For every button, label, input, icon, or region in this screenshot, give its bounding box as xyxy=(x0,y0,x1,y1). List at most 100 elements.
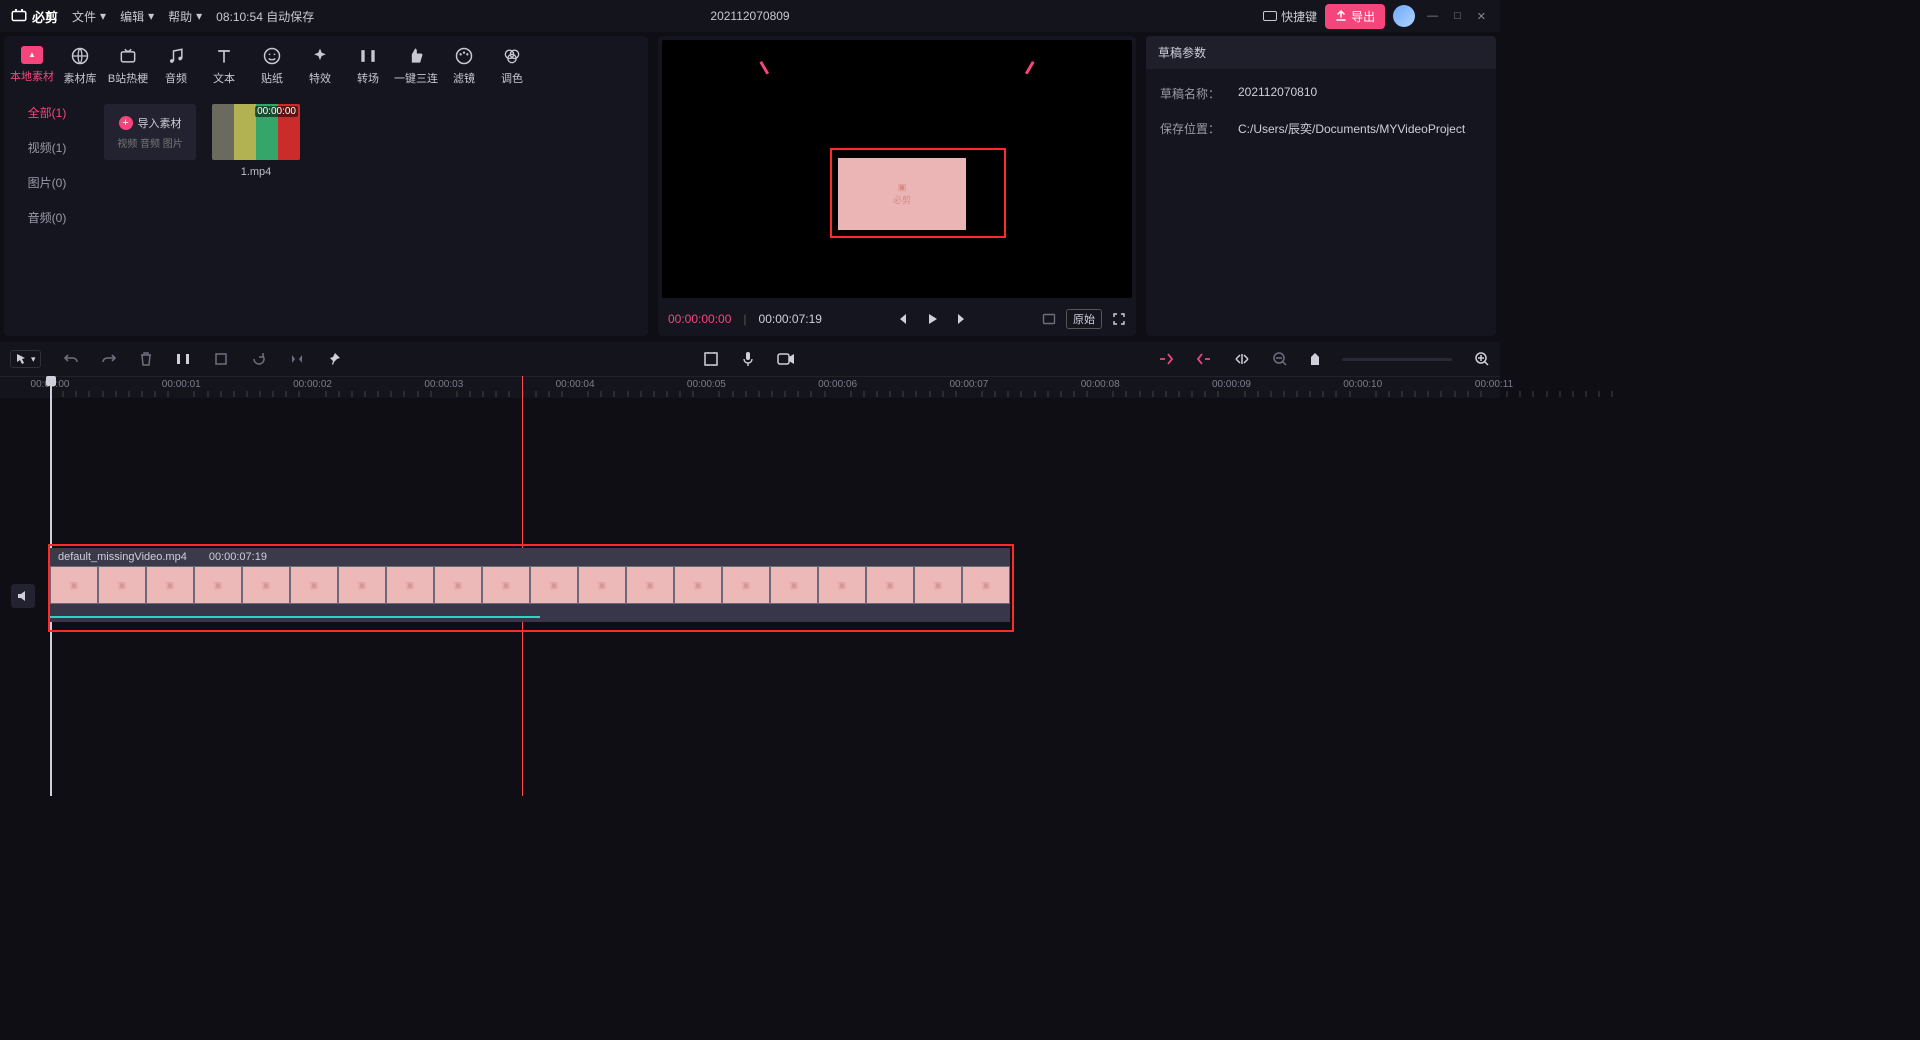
aspect-ratio-button[interactable]: 原始 xyxy=(1066,309,1102,329)
next-frame-button[interactable] xyxy=(955,312,969,326)
zoom-in-button[interactable] xyxy=(1474,351,1490,367)
fullscreen-button[interactable] xyxy=(1112,312,1126,326)
keyboard-icon xyxy=(1263,11,1277,21)
snap-button[interactable] xyxy=(1234,352,1250,366)
clip-duration: 00:00:07:19 xyxy=(209,551,267,563)
prev-frame-button[interactable] xyxy=(895,312,909,326)
draft-name-value: 202112070810 xyxy=(1238,85,1317,102)
delete-button[interactable] xyxy=(139,351,153,367)
tab-material-lib[interactable]: 素材库 xyxy=(56,42,104,90)
app-name: 必剪 xyxy=(32,7,58,26)
rotate-button[interactable] xyxy=(251,351,267,367)
sparkle-icon xyxy=(310,46,330,66)
track-mute-button[interactable] xyxy=(11,584,35,608)
frame-thumb: ▣ xyxy=(483,567,529,603)
avatar[interactable] xyxy=(1393,5,1415,27)
tab-audio[interactable]: 音频 xyxy=(152,42,200,90)
video-track-clip[interactable]: default_missingVideo.mp4 00:00:07:19 ▣▣▣… xyxy=(50,548,1010,622)
ruler-tick: 00:00:07 xyxy=(949,379,988,390)
maximize-button[interactable]: □ xyxy=(1450,10,1465,22)
app-logo: 必剪 xyxy=(10,7,58,26)
draft-panel-title: 草稿参数 xyxy=(1146,36,1496,69)
filter-video[interactable]: 视频(1) xyxy=(4,139,90,156)
zoom-out-button[interactable] xyxy=(1272,351,1288,367)
tab-local-media[interactable]: 本地素材 xyxy=(8,42,56,90)
tracks-container: default_missingVideo.mp4 00:00:07:19 ▣▣▣… xyxy=(50,398,1494,798)
project-title: 202112070809 xyxy=(710,9,789,23)
capture-button[interactable] xyxy=(703,351,719,367)
pin-button[interactable] xyxy=(327,352,341,366)
tab-sticker[interactable]: 贴纸 xyxy=(248,42,296,90)
export-button[interactable]: 导出 xyxy=(1325,4,1385,29)
smile-icon xyxy=(262,46,282,66)
ruler-tick: 00:00:05 xyxy=(687,379,726,390)
record-button[interactable] xyxy=(777,352,795,366)
clip-thumbnail: 00:00:00 xyxy=(212,104,300,160)
globe-icon xyxy=(70,46,90,66)
frame-thumb: ▣ xyxy=(675,567,721,603)
media-clip-item[interactable]: 00:00:00 1.mp4 xyxy=(210,104,302,178)
draft-path-row: 保存位置： C:/Users/辰奕/Documents/MYVideoProje… xyxy=(1160,120,1482,137)
magnet-in-button[interactable] xyxy=(1158,352,1174,366)
media-grid: + 导入素材 视频 音频 图片 00:00:00 1.mp4 xyxy=(90,90,648,336)
logo-icon xyxy=(10,7,28,25)
magnet-out-button[interactable] xyxy=(1196,352,1212,366)
menu-edit[interactable]: 编辑▾ xyxy=(120,8,154,25)
text-icon xyxy=(214,46,234,66)
tab-text[interactable]: 文本 xyxy=(200,42,248,90)
undo-button[interactable] xyxy=(63,351,79,367)
zoom-slider-track[interactable] xyxy=(1342,358,1452,361)
hotkey-button[interactable]: 快捷键 xyxy=(1263,8,1317,25)
clip-frames: ▣▣▣▣▣▣▣▣▣▣▣▣▣▣▣▣▣▣▣▣ xyxy=(50,566,1010,604)
tab-color[interactable]: 调色 xyxy=(488,42,536,90)
import-media-button[interactable]: + 导入素材 视频 音频 图片 xyxy=(104,104,196,160)
draft-name-row: 草稿名称： 202112070810 xyxy=(1160,85,1482,102)
tab-filter[interactable]: 滤镜 xyxy=(440,42,488,90)
play-button[interactable] xyxy=(925,312,939,326)
crop-handle-left[interactable] xyxy=(759,55,778,74)
music-icon xyxy=(166,46,186,66)
time-current: 00:00:00:00 xyxy=(668,312,731,326)
loop-button[interactable] xyxy=(1042,312,1056,326)
draft-panel: 草稿参数 草稿名称： 202112070810 保存位置： C:/Users/辰… xyxy=(1146,36,1496,336)
close-button[interactable]: ✕ xyxy=(1473,10,1490,23)
export-icon xyxy=(1335,10,1347,22)
speaker-icon xyxy=(16,589,30,603)
frame-thumb: ▣ xyxy=(915,567,961,603)
clip-filename: default_missingVideo.mp4 xyxy=(58,551,187,563)
preview-canvas[interactable]: ▣必剪 xyxy=(662,40,1132,298)
tab-effect[interactable]: 特效 xyxy=(296,42,344,90)
mic-button[interactable] xyxy=(741,351,755,367)
media-panel: 本地素材 素材库 B站热梗 音频 文本 贴纸 特效 转场 一键三连 滤镜 调色 … xyxy=(4,36,648,336)
split-button[interactable] xyxy=(175,351,191,367)
frame-thumb: ▣ xyxy=(51,567,97,603)
filter-audio[interactable]: 音频(0) xyxy=(4,209,90,226)
timeline-area[interactable]: default_missingVideo.mp4 00:00:07:19 ▣▣▣… xyxy=(0,398,1500,798)
filter-image[interactable]: 图片(0) xyxy=(4,174,90,191)
frame-thumb: ▣ xyxy=(387,567,433,603)
crop-handle-right[interactable] xyxy=(1015,55,1034,74)
preview-panel: ▣必剪 00:00:00:00 | 00:00:07:19 原始 xyxy=(658,36,1136,336)
palette-icon xyxy=(454,46,474,66)
cursor-tool[interactable]: ▾ xyxy=(10,350,41,368)
menu-help[interactable]: 帮助▾ xyxy=(168,8,202,25)
tab-transition[interactable]: 转场 xyxy=(344,42,392,90)
mirror-button[interactable] xyxy=(289,351,305,367)
filter-all[interactable]: 全部(1) xyxy=(4,104,90,121)
tab-combo[interactable]: 一键三连 xyxy=(392,42,440,90)
ruler-tick: 00:00:11 xyxy=(1475,379,1513,390)
frame-thumb: ▣ xyxy=(963,567,1009,603)
zoom-slider-handle[interactable] xyxy=(1310,352,1320,366)
clip-name: 1.mp4 xyxy=(241,166,272,178)
minimize-button[interactable]: — xyxy=(1423,10,1442,22)
timeline-ruler[interactable]: 00:00:0000:00:0100:00:0200:00:0300:00:04… xyxy=(0,376,1500,398)
draft-path-value: C:/Users/辰奕/Documents/MYVideoProject xyxy=(1238,120,1465,137)
menu-file[interactable]: 文件▾ xyxy=(72,8,106,25)
ruler-tick: 00:00:08 xyxy=(1081,379,1120,390)
frame-thumb: ▣ xyxy=(723,567,769,603)
selection-box[interactable]: ▣必剪 xyxy=(830,148,1006,238)
tab-bili-hot[interactable]: B站热梗 xyxy=(104,42,152,90)
crop-button[interactable] xyxy=(213,351,229,367)
track-head xyxy=(0,398,46,798)
redo-button[interactable] xyxy=(101,351,117,367)
